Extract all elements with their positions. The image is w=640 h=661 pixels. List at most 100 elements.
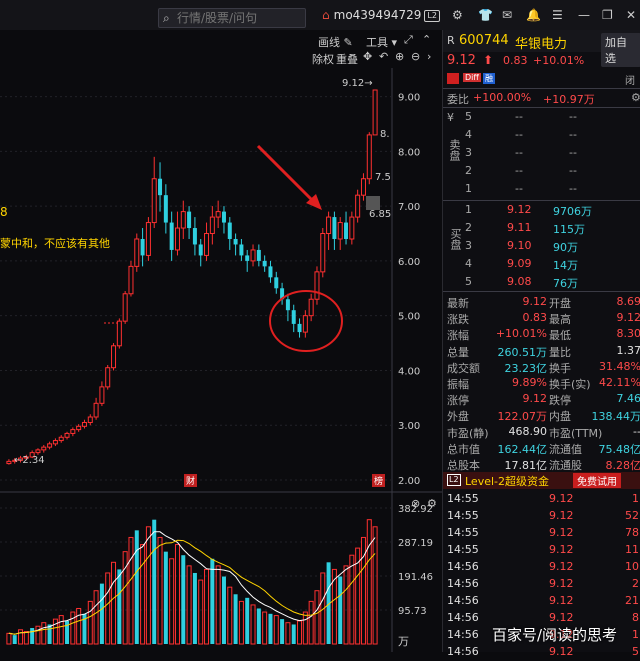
close-icon[interactable]: ✕	[626, 8, 636, 22]
sell-level-row[interactable]: 4 -- --	[443, 127, 640, 144]
buy-level-row[interactable]: 5 9.08 76万	[443, 274, 640, 291]
tools-button[interactable]: 工具 ▾	[366, 34, 397, 50]
candle-body	[151, 178, 157, 224]
candle-body	[145, 222, 151, 256]
price-tick: 4.00	[398, 366, 420, 377]
buy-level-row[interactable]: 3 9.10 90万	[443, 238, 640, 255]
gear-icon[interactable]: ⚙	[427, 497, 437, 510]
marker-bang[interactable]: 榜	[372, 474, 386, 487]
volume-bar	[343, 565, 349, 645]
stat-row: 涨跌 0.83 最高 9.12	[447, 311, 640, 327]
bell-icon[interactable]: 🔔	[526, 8, 541, 22]
candle-body	[134, 238, 140, 267]
candle-body	[99, 386, 105, 404]
buy-level-row[interactable]: 2 9.11 115万	[443, 220, 640, 237]
candle-body	[158, 178, 163, 196]
candle-body	[344, 222, 349, 239]
chevron-up-icon[interactable]: ⌃	[422, 33, 431, 46]
stat-row: 总市值 162.44亿 流通值 75.48亿	[447, 442, 640, 456]
price-tick: 8.00	[398, 147, 420, 158]
volume-bar	[30, 628, 35, 644]
candle-body	[268, 266, 273, 278]
fullscreen-icon[interactable]: ⤢	[404, 33, 413, 47]
watermark: 百家号/阅读的思考	[492, 626, 618, 644]
candle-body	[198, 244, 203, 256]
volume-bar	[6, 632, 12, 645]
draw-line-button[interactable]: 画线 ✎	[318, 34, 353, 50]
candle-body	[163, 195, 168, 223]
arrow-shaft	[256, 144, 320, 208]
gear-icon[interactable]: ⚙	[631, 91, 640, 104]
marker-cai[interactable]: 财	[184, 474, 198, 487]
candle-body	[64, 432, 70, 438]
volume-bar	[227, 586, 233, 645]
volume-bar	[181, 555, 186, 644]
candle-body	[366, 134, 372, 180]
mail-icon[interactable]: ✉	[502, 8, 512, 22]
shirt-icon[interactable]: 👕	[478, 8, 493, 22]
chevron-down-icon: ▾	[391, 36, 398, 49]
settings-icon[interactable]: ⚙	[452, 8, 463, 22]
volume-bar	[58, 615, 64, 645]
stock-name: 华银电力	[515, 37, 568, 52]
volume-tick: 95.73	[398, 606, 427, 617]
search-input[interactable]	[177, 9, 301, 27]
volume-bar	[302, 611, 308, 645]
volume-bar	[297, 620, 303, 645]
minimize-icon[interactable]: —	[578, 8, 590, 22]
volume-ma-line	[8, 539, 376, 635]
free-trial-button[interactable]: 免费试用	[573, 473, 621, 488]
volume-bar	[174, 544, 180, 645]
sell-level-row[interactable]: 5 -- --	[443, 109, 640, 126]
price-tick: 3.00	[398, 421, 420, 432]
candle-body	[326, 216, 332, 235]
candle-body	[221, 211, 226, 223]
overlay-button[interactable]: 重叠	[336, 51, 358, 67]
sell-level-row[interactable]: 3 -- --	[443, 145, 640, 162]
price-tick: 9.00	[398, 93, 420, 104]
volume-bar	[163, 551, 168, 644]
volume-bar	[268, 613, 273, 644]
candle-body	[239, 244, 244, 256]
close-panel-icon[interactable]: ⊗	[411, 497, 420, 510]
candle-body	[116, 320, 122, 347]
candle-body	[355, 194, 361, 218]
candle-body	[6, 460, 12, 465]
undo-icon[interactable]: ↶	[379, 50, 388, 63]
fuquan-button[interactable]: 除权	[312, 51, 334, 67]
volume-bar	[117, 569, 122, 644]
candle-body	[274, 277, 279, 289]
menu-icon[interactable]: ☰	[552, 8, 563, 22]
tick-row: 14:55 9.12 11	[447, 543, 639, 556]
buy-level-row[interactable]: 4 9.09 14万	[443, 256, 640, 273]
username: mo439494729	[333, 8, 422, 22]
sell-level-row[interactable]: 1 -- --	[443, 181, 640, 198]
zoom-out-icon[interactable]: ⊖	[411, 50, 420, 63]
zoom-in-icon[interactable]: ⊕	[395, 50, 404, 63]
next-icon[interactable]: ›	[427, 50, 431, 63]
sell-level-row[interactable]: 2 -- --	[443, 163, 640, 180]
volume-bar	[245, 597, 250, 644]
price-label-75: 7.5	[375, 172, 391, 183]
tag-rong[interactable]: 融	[483, 73, 495, 84]
candle-body	[122, 293, 128, 322]
tag-diff[interactable]: Diff	[463, 73, 481, 82]
extra-tab[interactable]: 闭	[625, 72, 635, 87]
stat-row: 振幅 9.89% 换手(实) 42.11%	[447, 376, 640, 391]
price-tick: 2.00	[398, 476, 420, 487]
candle-body	[140, 238, 145, 256]
user-info[interactable]: ⌂ mo439494729 L2	[322, 8, 440, 22]
restore-icon[interactable]: ❐	[602, 8, 613, 22]
buy-level-row[interactable]: 1 9.12 9706万	[443, 202, 640, 219]
search-icon: ⌕	[163, 11, 170, 25]
volume-bar	[314, 590, 320, 645]
weibi-row: 委比 +100.00% +10.97万 ⚙	[447, 91, 640, 106]
candle-body	[337, 222, 343, 240]
volume-bar	[157, 536, 163, 645]
pan-icon[interactable]: ✥	[363, 50, 372, 63]
volume-bar	[192, 572, 197, 644]
level2-bar[interactable]: L2 Level-2超级资金 免费试用	[443, 472, 640, 489]
search-box[interactable]: ⌕	[158, 8, 306, 28]
current-price: 9.12	[447, 53, 476, 68]
kline-chart[interactable]: 9.008.007.006.005.004.003.002.00 382.922…	[0, 68, 442, 652]
